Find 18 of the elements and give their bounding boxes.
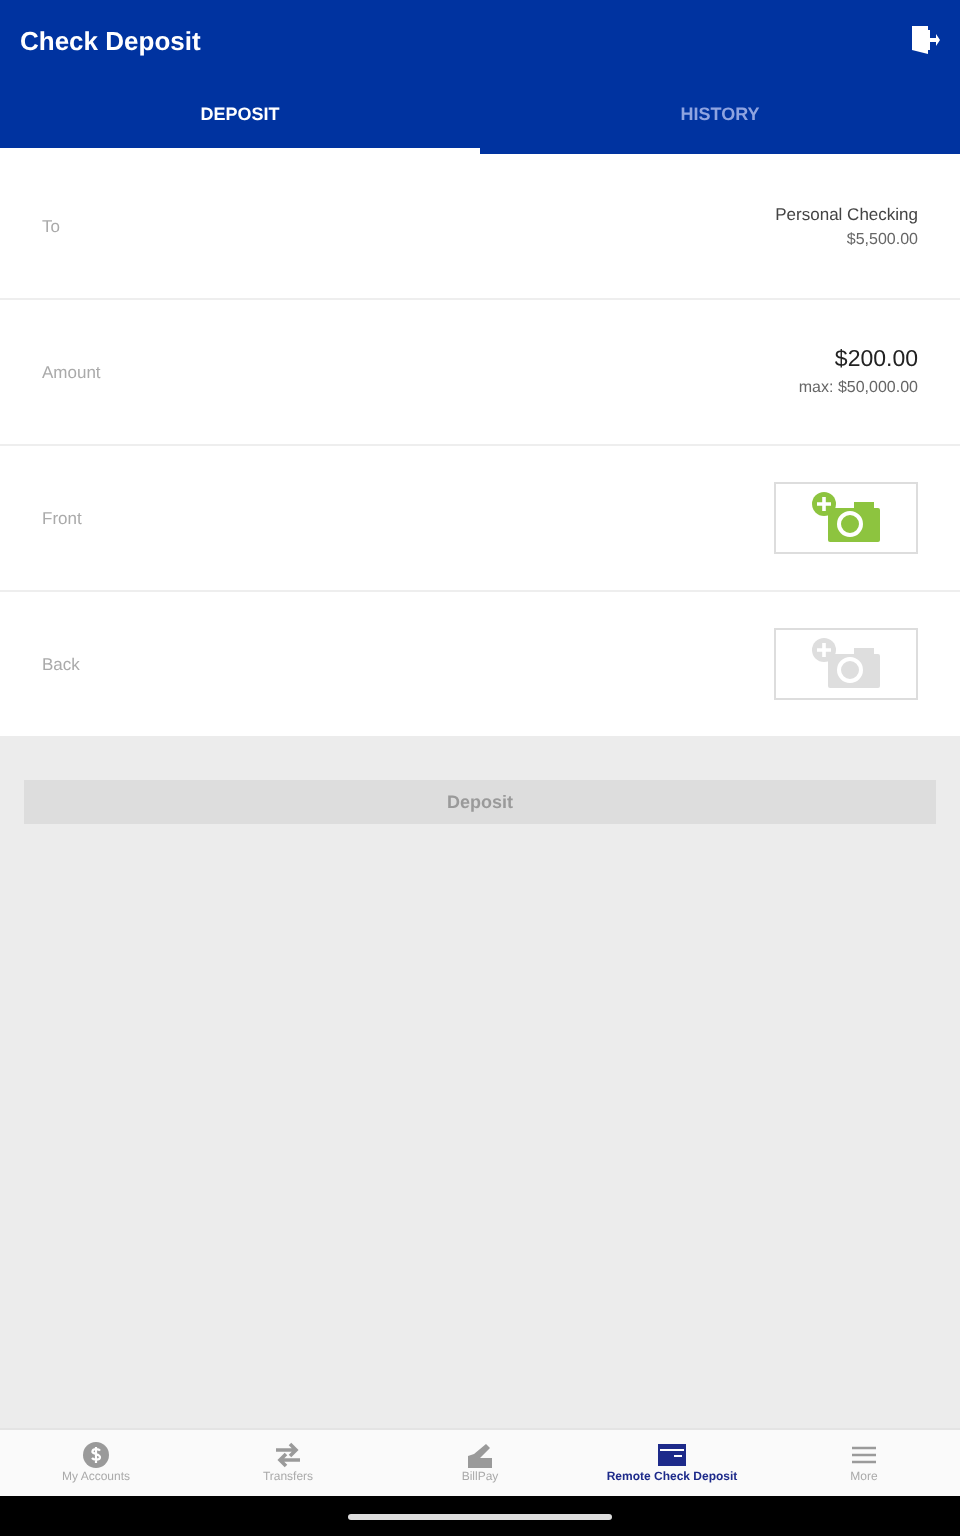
account-balance: $5,500.00 [846, 230, 918, 248]
field-label: Back [42, 654, 80, 674]
field-label: Amount [42, 362, 101, 382]
dollar-icon [82, 1442, 110, 1468]
add-camera-icon [810, 490, 882, 546]
screen-title: Check Deposit [20, 25, 201, 55]
camera-button[interactable] [774, 482, 918, 554]
field-label: Front [42, 508, 82, 528]
exit-icon[interactable] [908, 24, 940, 56]
amount-value: $200.00 [834, 348, 918, 372]
tab[interactable]: HISTORY [480, 80, 960, 154]
card-icon [658, 1442, 686, 1468]
add-camera-icon [810, 636, 882, 692]
account-name: Personal Checking [775, 204, 918, 224]
max-amount: max: $50,000.00 [798, 378, 918, 396]
menu-icon [850, 1442, 878, 1468]
field-label: To [42, 216, 60, 236]
arrows-icon [274, 1442, 302, 1468]
